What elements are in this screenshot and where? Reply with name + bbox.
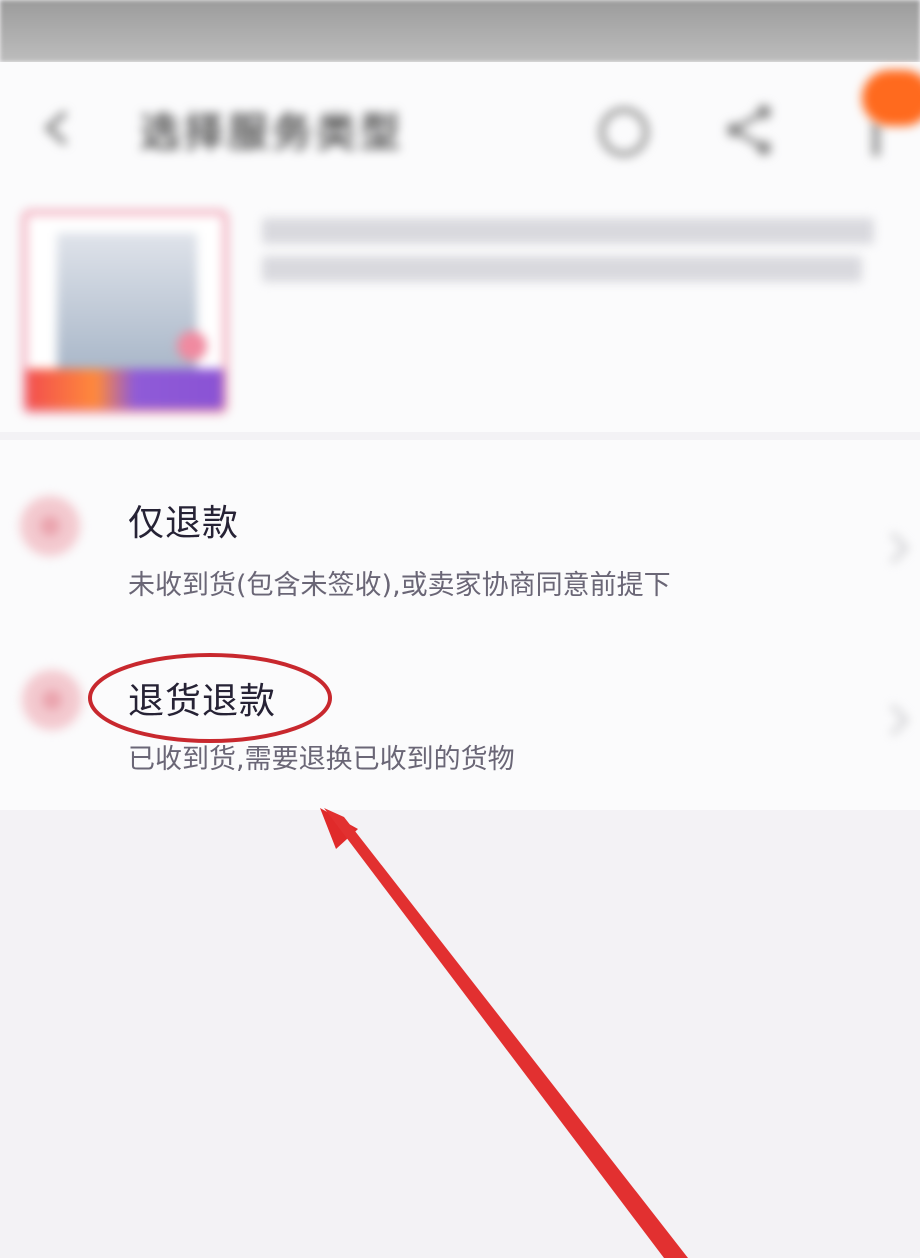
arrow-head (320, 808, 358, 849)
arrow-left-icon[interactable] (38, 108, 78, 148)
arrow-shaft (324, 808, 688, 1258)
option-title: 仅退款 (128, 503, 240, 544)
product-title-line (262, 256, 862, 282)
product-title-line (262, 218, 874, 244)
status-bar (0, 0, 920, 62)
circle-icon[interactable] (592, 100, 656, 164)
highlight-ellipse (88, 653, 332, 743)
product-thumbnail (22, 210, 228, 414)
page-title: 选择服务类型 (140, 110, 404, 156)
service-type-page: 选择服务类型 仅退款 未收到货(包含未签收),或卖家协商同意前提下 退货退款 已… (0, 0, 920, 1258)
option-description: 未收到货(包含未签收),或卖家协商同意前提下 (128, 570, 671, 601)
return-refund-icon (22, 670, 82, 730)
notification-badge (862, 70, 920, 126)
chevron-right-icon (890, 532, 909, 564)
refund-icon (20, 496, 80, 556)
share-icon[interactable] (718, 98, 782, 162)
nav-bar (0, 62, 920, 192)
chevron-right-icon (890, 704, 909, 736)
